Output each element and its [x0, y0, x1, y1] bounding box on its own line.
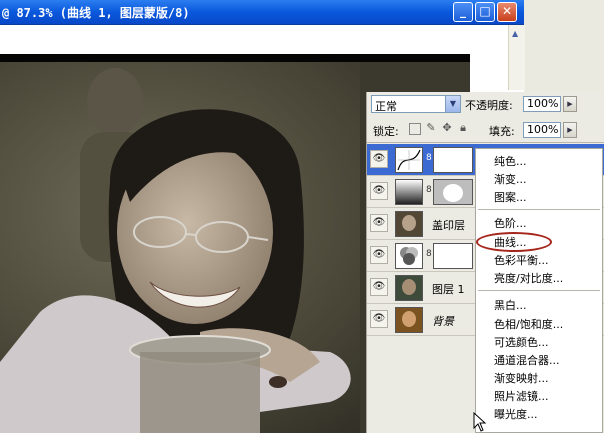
layer-name[interactable]: 盖印层	[432, 217, 465, 233]
lock-all-icon[interactable]: 🔒︎	[457, 122, 469, 134]
layer-mask-thumbnail[interactable]	[433, 179, 473, 205]
layer-thumbnail[interactable]	[395, 211, 423, 237]
layer-thumbnail[interactable]	[395, 307, 423, 333]
blend-mode-value: 正常	[375, 100, 397, 113]
close-button[interactable]: ✕	[497, 2, 517, 22]
menu-item-photo-filter[interactable]: 照片滤镜...	[494, 388, 549, 404]
lock-image-pixels-icon[interactable]: ✎	[425, 122, 437, 134]
menu-item-levels[interactable]: 色阶...	[494, 215, 527, 231]
workspace-background	[524, 0, 604, 92]
menu-item-color-balance[interactable]: 色彩平衡...	[494, 252, 549, 268]
fill-input[interactable]: 100%	[523, 122, 561, 138]
opacity-slider-button[interactable]: ▶	[563, 96, 577, 112]
lock-position-icon[interactable]: ✥	[441, 122, 453, 134]
minimize-button[interactable]: _	[453, 2, 473, 22]
menu-item-selective-color[interactable]: 可选颜色...	[494, 334, 549, 350]
menu-item-brightness-contrast[interactable]: 亮度/对比度...	[494, 270, 563, 286]
eye-icon[interactable]: 👁︎	[370, 182, 388, 200]
menu-item-gradient[interactable]: 渐变...	[494, 171, 527, 187]
eye-icon[interactable]: 👁︎	[370, 278, 388, 296]
menu-item-gradient-map[interactable]: 渐变映射...	[494, 370, 549, 386]
link-icon[interactable]: 8	[426, 153, 432, 163]
lock-label: 锁定:	[373, 125, 399, 138]
layer-name[interactable]: 图层 1	[432, 281, 465, 297]
lock-transparency-icon[interactable]	[409, 123, 421, 135]
menu-item-exposure[interactable]: 曝光度...	[494, 406, 538, 422]
layer-thumbnail[interactable]	[395, 275, 423, 301]
blend-opacity-row: 正常 ▼ 不透明度: 100% ▶	[371, 95, 601, 115]
lock-fill-row: 锁定: ✎ ✥ 🔒︎ 填充: 100% ▶	[371, 120, 601, 140]
layer-mask-thumbnail[interactable]	[433, 243, 473, 269]
menu-item-pattern[interactable]: 图案...	[494, 189, 527, 205]
blend-mode-select[interactable]: 正常 ▼	[371, 95, 461, 113]
opacity-input[interactable]: 100%	[523, 96, 561, 112]
title-bar: @ 87.3% (曲线 1, 图层蒙版/8) _ □ ✕	[0, 0, 524, 25]
hue-saturation-thumbnail[interactable]	[395, 243, 423, 269]
maximize-button[interactable]: □	[475, 2, 495, 22]
gradient-map-thumbnail[interactable]	[395, 179, 423, 205]
fill-slider-button[interactable]: ▶	[563, 122, 577, 138]
menu-item-black-white[interactable]: 黑白...	[494, 297, 527, 313]
chevron-down-icon[interactable]: ▼	[445, 96, 460, 112]
curves-adjustment-thumbnail[interactable]	[395, 147, 423, 173]
window-title: @ 87.3% (曲线 1, 图层蒙版/8)	[2, 6, 190, 20]
eye-icon[interactable]: 👁︎	[370, 214, 388, 232]
link-icon[interactable]: 8	[426, 185, 432, 195]
link-icon[interactable]: 8	[426, 249, 432, 259]
panel-divider	[367, 142, 604, 143]
layer-mask-thumbnail[interactable]	[433, 147, 473, 173]
fill-label: 填充:	[489, 125, 515, 138]
highlight-oval	[476, 232, 552, 252]
eye-icon[interactable]: 👁︎	[370, 246, 388, 264]
menu-item-hue-saturation[interactable]: 色相/饱和度...	[494, 316, 563, 332]
eye-icon[interactable]: 👁︎	[370, 150, 388, 168]
menu-item-channel-mixer[interactable]: 通道混合器...	[494, 352, 560, 368]
vertical-scrollbar[interactable]: ▲	[508, 25, 525, 90]
menu-separator	[478, 209, 600, 210]
adjustment-layer-menu: 纯色... 渐变... 图案... 色阶... 曲线... 色彩平衡... 亮度…	[475, 148, 603, 433]
eye-icon[interactable]: 👁︎	[370, 310, 388, 328]
opacity-label: 不透明度:	[465, 99, 513, 112]
menu-separator	[478, 290, 600, 291]
layer-name[interactable]: 背景	[432, 313, 454, 329]
mouse-cursor-icon	[473, 412, 487, 432]
menu-item-solid-color[interactable]: 纯色...	[494, 153, 527, 169]
scroll-up-icon[interactable]: ▲	[512, 29, 518, 38]
